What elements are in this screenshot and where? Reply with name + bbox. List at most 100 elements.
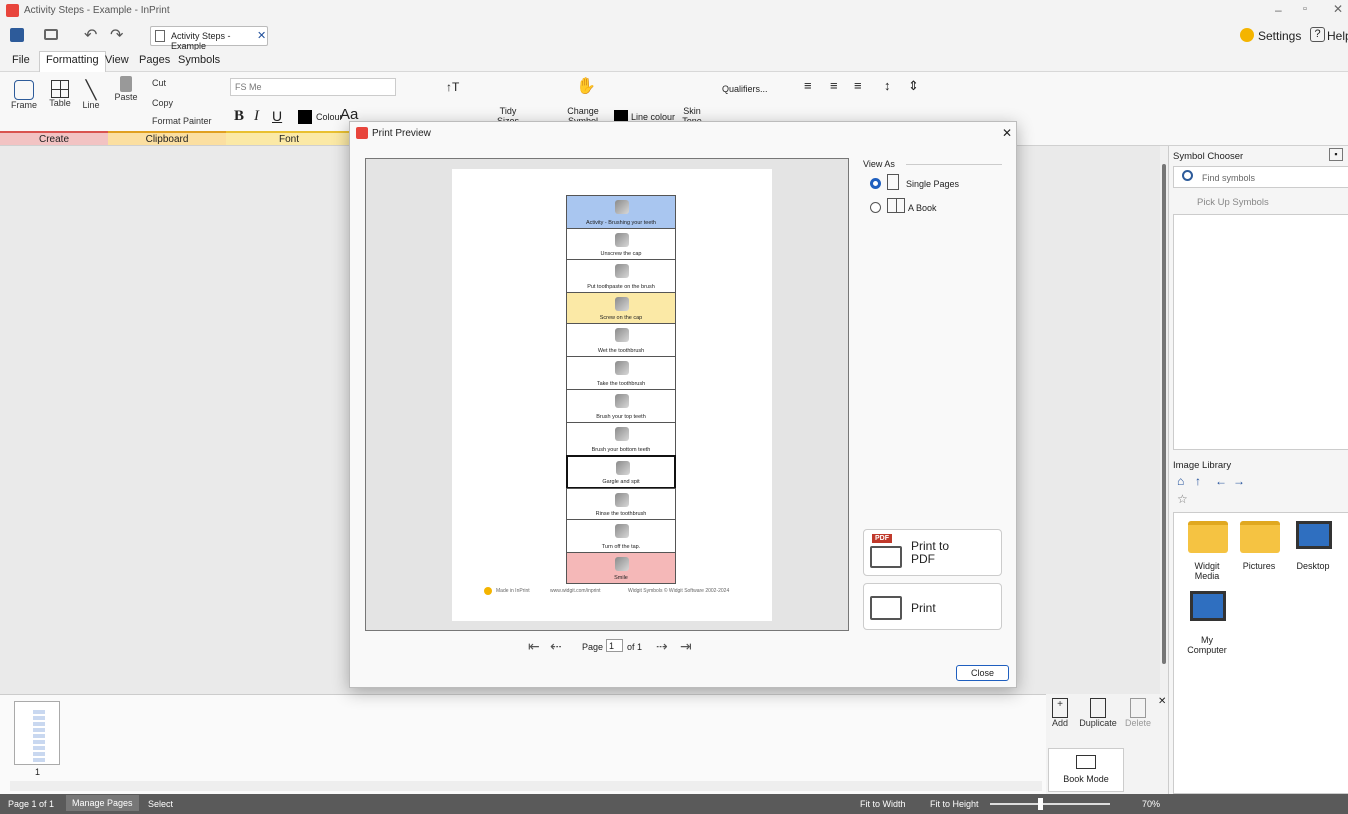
duplicate-page-button[interactable]: Duplicate bbox=[1076, 698, 1120, 728]
preview-row: Smile bbox=[566, 552, 676, 584]
of-pages-label: of 1 bbox=[627, 642, 643, 652]
fit-to-width-button[interactable]: Fit to Width bbox=[860, 799, 906, 809]
computer-icon bbox=[1190, 591, 1226, 621]
redo-icon[interactable]: ↷ bbox=[110, 25, 123, 45]
copy-button[interactable]: Copy bbox=[152, 98, 173, 108]
pin-icon[interactable]: ▪ bbox=[1329, 148, 1343, 161]
align-left-icon[interactable]: ≡ bbox=[804, 78, 812, 93]
close-window-icon[interactable]: ✕ bbox=[1333, 2, 1343, 16]
close-button[interactable]: Close bbox=[956, 665, 1009, 681]
menu-symbols[interactable]: Symbols bbox=[178, 54, 220, 66]
first-page-icon[interactable]: ⇤ bbox=[528, 638, 540, 655]
symbol-icon bbox=[615, 297, 629, 311]
previous-page-icon[interactable]: ⇠ bbox=[550, 638, 562, 655]
close-pane-icon[interactable]: ✕ bbox=[1158, 696, 1166, 707]
pdf-badge: PDF bbox=[872, 534, 892, 543]
page-number-spinner[interactable]: 1 bbox=[606, 639, 623, 652]
bold-button[interactable]: B bbox=[234, 108, 244, 125]
row-label: Rinse the toothbrush bbox=[595, 511, 647, 517]
find-symbols-box[interactable]: Find symbols bbox=[1173, 166, 1348, 188]
pick-up-symbols-button[interactable]: Pick Up Symbols bbox=[1197, 197, 1269, 208]
help-icon[interactable]: ? bbox=[1310, 27, 1325, 42]
paste-label: Paste bbox=[114, 92, 138, 102]
thumb-scrollbar[interactable] bbox=[10, 781, 1042, 791]
document-tab[interactable]: Activity Steps - Example ✕ bbox=[150, 26, 268, 51]
line-spacing-icon[interactable]: ↕ bbox=[884, 78, 891, 93]
page-status: Page 1 of 1 bbox=[8, 799, 55, 809]
symbol-icon bbox=[615, 233, 629, 247]
settings-gear-icon[interactable] bbox=[1240, 28, 1254, 42]
image-library-title: Image Library bbox=[1173, 460, 1232, 471]
back-arrow-icon[interactable]: ← bbox=[1215, 474, 1227, 488]
symbol-icon bbox=[615, 361, 629, 375]
menu-formatting[interactable]: Formatting bbox=[39, 51, 106, 72]
line-label: Line bbox=[82, 100, 100, 110]
select-button[interactable]: Select bbox=[148, 799, 173, 809]
last-page-icon[interactable]: ⇥ bbox=[680, 638, 692, 655]
pdf-printer-icon bbox=[870, 546, 902, 568]
menu-pages[interactable]: Pages bbox=[139, 54, 170, 66]
add-page-button[interactable]: + Add bbox=[1046, 698, 1074, 728]
settings-button[interactable]: Settings bbox=[1258, 29, 1301, 43]
menu-file[interactable]: File bbox=[12, 54, 30, 66]
font-name-dropdown[interactable]: FS Me bbox=[230, 78, 396, 96]
row-label: Screw on the cap bbox=[599, 315, 643, 321]
align-center-icon[interactable]: ≡ bbox=[830, 78, 838, 93]
preview-row: Wet the toothbrush bbox=[566, 323, 676, 357]
delete-page-button[interactable]: Delete bbox=[1122, 698, 1154, 728]
view-as-label: View As bbox=[863, 159, 895, 169]
colour-swatch-icon[interactable] bbox=[298, 110, 312, 124]
a-book-label[interactable]: A Book bbox=[908, 203, 937, 213]
table-button[interactable]: Table bbox=[46, 80, 74, 108]
undo-icon[interactable]: ↶ bbox=[84, 25, 97, 45]
italic-button[interactable]: I bbox=[254, 108, 259, 125]
save-icon[interactable] bbox=[10, 28, 24, 42]
menu-view[interactable]: View bbox=[105, 54, 129, 66]
forward-arrow-icon[interactable]: → bbox=[1233, 474, 1245, 488]
fit-to-height-button[interactable]: Fit to Height bbox=[930, 799, 979, 809]
print-icon[interactable] bbox=[44, 29, 58, 40]
restore-icon[interactable]: ▫ bbox=[1303, 3, 1307, 15]
single-pages-label[interactable]: Single Pages bbox=[906, 179, 959, 189]
close-tab-icon[interactable]: ✕ bbox=[257, 29, 266, 42]
favourite-star-icon[interactable]: ☆ bbox=[1177, 492, 1188, 506]
format-painter-button[interactable]: Format Painter bbox=[152, 116, 212, 126]
made-in-inprint-icon bbox=[484, 587, 492, 595]
print-to-pdf-button[interactable]: PDF Print to PDF bbox=[863, 529, 1002, 576]
next-page-icon[interactable]: ⇢ bbox=[656, 638, 668, 655]
find-symbols-input[interactable]: Find symbols bbox=[1202, 173, 1255, 183]
cut-button[interactable]: Cut bbox=[152, 78, 166, 88]
zoom-slider[interactable] bbox=[990, 798, 1110, 810]
font-name-value: FS Me bbox=[235, 82, 262, 92]
a-book-radio[interactable] bbox=[870, 202, 881, 213]
manage-pages-button[interactable]: Manage Pages bbox=[66, 795, 139, 811]
book-mode-button[interactable]: Book Mode bbox=[1048, 748, 1124, 792]
frame-button[interactable]: Frame bbox=[10, 80, 38, 110]
line-icon: ╲ bbox=[85, 80, 97, 100]
print-button[interactable]: Print bbox=[863, 583, 1002, 630]
preview-row: Rinse the toothbrush bbox=[566, 488, 676, 520]
up-arrow-icon[interactable]: ↑ bbox=[1195, 474, 1201, 488]
row-label: Brush your top teeth bbox=[596, 414, 646, 420]
paragraph-spacing-icon[interactable]: ⇕ bbox=[908, 78, 919, 94]
printer-icon bbox=[870, 596, 902, 620]
scrollbar-thumb[interactable] bbox=[1162, 164, 1166, 664]
zoom-slider-thumb[interactable] bbox=[1038, 798, 1043, 810]
paste-button[interactable]: Paste bbox=[114, 76, 138, 102]
dialog-close-icon[interactable]: ✕ bbox=[1002, 126, 1012, 140]
underline-button[interactable]: U bbox=[272, 108, 282, 124]
help-button[interactable]: Help bbox=[1327, 29, 1348, 43]
page-thumbnail[interactable] bbox=[14, 701, 60, 765]
window-title: Activity Steps - Example - InPrint bbox=[24, 5, 170, 16]
book-mode-label: Book Mode bbox=[1063, 774, 1109, 784]
vertical-scrollbar[interactable] bbox=[1160, 146, 1168, 694]
line-button[interactable]: ╲ Line bbox=[80, 80, 102, 110]
home-icon[interactable]: ⌂ bbox=[1177, 474, 1184, 488]
group-font: Font bbox=[226, 131, 352, 145]
colour-button[interactable]: Colour bbox=[316, 112, 343, 122]
qualifiers-button[interactable]: Qualifiers... bbox=[722, 84, 768, 94]
text-size-up-icon[interactable]: ↑T bbox=[446, 80, 459, 94]
align-right-icon[interactable]: ≡ bbox=[854, 78, 862, 93]
minimize-icon[interactable]: – bbox=[1275, 3, 1282, 17]
single-pages-radio[interactable] bbox=[870, 178, 881, 189]
